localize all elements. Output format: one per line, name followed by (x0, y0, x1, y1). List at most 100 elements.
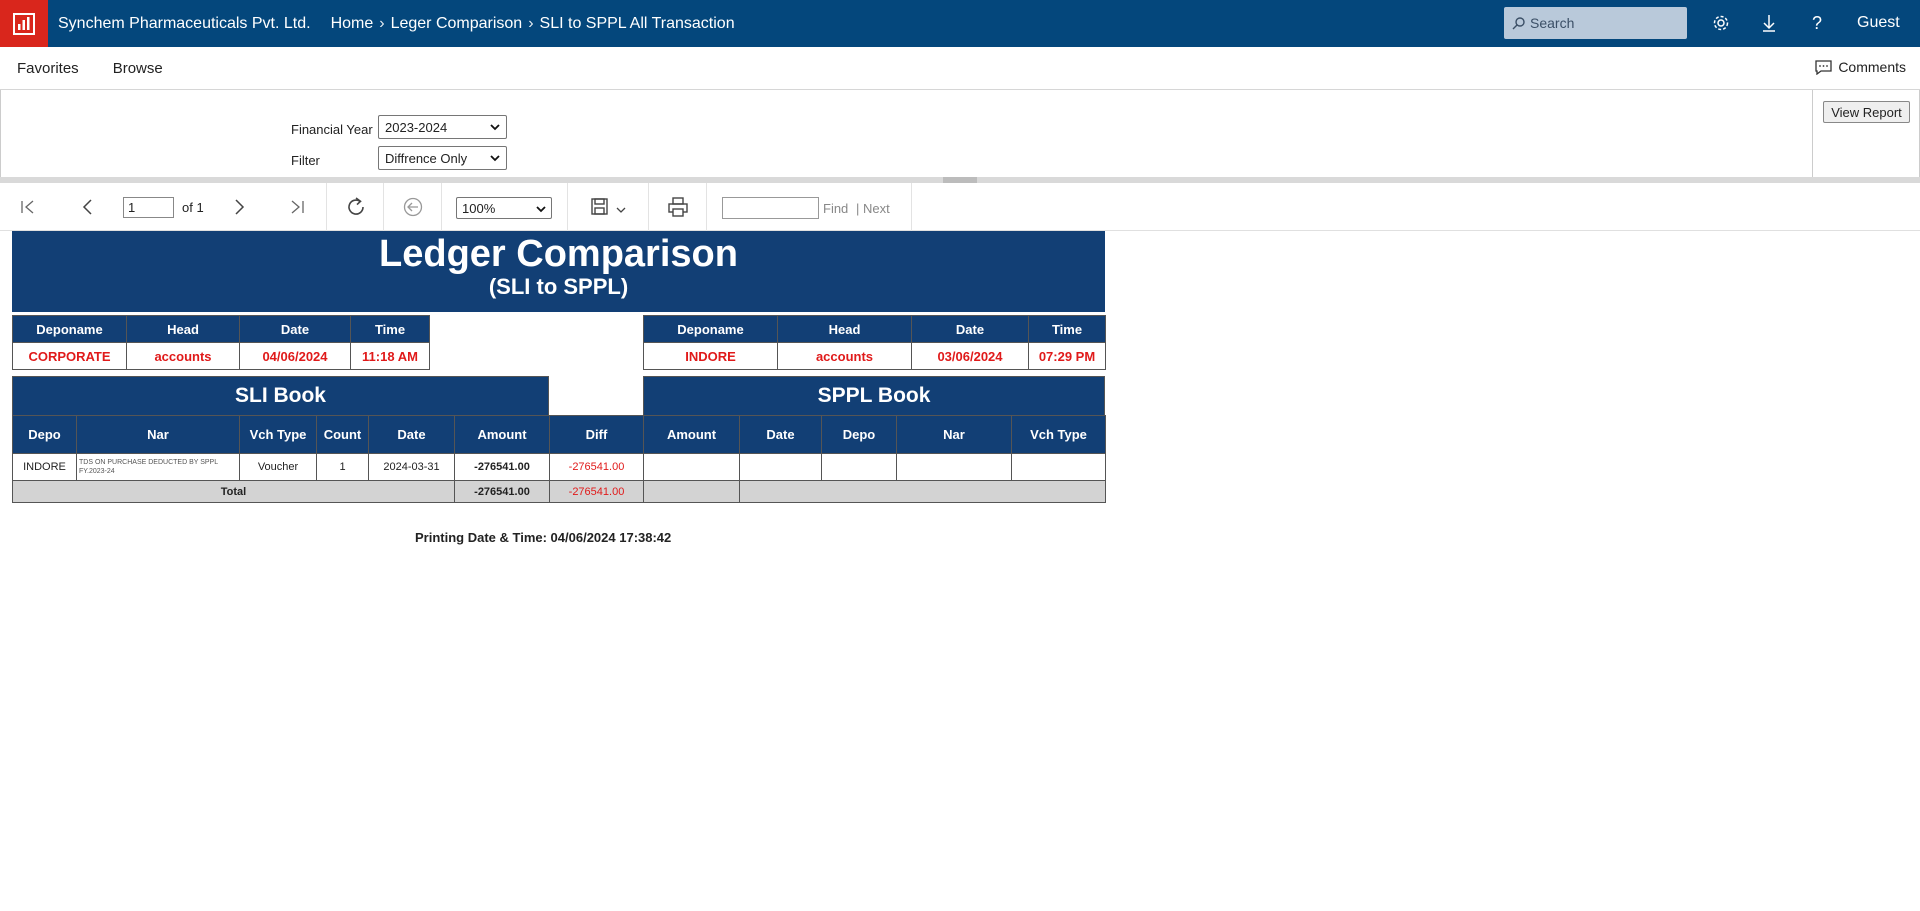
print-icon[interactable] (665, 183, 691, 231)
info-header: Deponame (12, 315, 127, 343)
report-toolbar: 1 of 1 100% Find | Next (0, 183, 1920, 231)
app-bar: Synchem Pharmaceuticals Pvt. Ltd. Home ›… (0, 0, 1920, 47)
column-header: Date (739, 415, 822, 454)
sppl-vch-type (1011, 453, 1106, 481)
column-header: Nar (76, 415, 240, 454)
chevron-down-icon (490, 155, 500, 162)
column-header: Vch Type (239, 415, 317, 454)
right-time: 07:29 PM (1028, 342, 1106, 370)
column-header: Amount (454, 415, 550, 454)
toolbar-divider (383, 183, 384, 231)
previous-page-icon[interactable] (76, 183, 100, 231)
column-header: Count (316, 415, 369, 454)
chevron-down-icon (616, 207, 626, 213)
breadcrumb-folder[interactable]: Leger Comparison (391, 15, 523, 33)
report-title: Ledger Comparison (379, 233, 738, 275)
search-icon (1512, 16, 1525, 29)
column-header: Depo (821, 415, 897, 454)
breadcrumb: Home › Leger Comparison › SLI to SPPL Al… (331, 15, 735, 33)
favorites-link[interactable]: Favorites (17, 60, 79, 77)
printing-datetime: Printing Date & Time: 04/06/2024 17:38:4… (415, 530, 672, 545)
sli-depo: INDORE (12, 453, 77, 481)
breadcrumb-report: SLI to SPPL All Transaction (539, 14, 735, 32)
chevron-right-icon: › (528, 14, 534, 32)
sli-date: 2024-03-31 (368, 453, 455, 481)
financial-year-value: 2023-2024 (385, 119, 448, 135)
comments-label: Comments (1838, 59, 1906, 75)
column-header: Diff (549, 415, 644, 454)
total-diff: -276541.00 (549, 480, 644, 503)
column-header-row: Depo Nar Vch Type Count Date Amount Diff… (12, 415, 1106, 454)
search-placeholder: Search (1530, 15, 1575, 31)
column-header: Nar (896, 415, 1012, 454)
left-time: 11:18 AM (350, 342, 430, 370)
column-header: Date (368, 415, 455, 454)
sppl-book-header: SPPL Book (643, 376, 1105, 416)
column-header: Amount (643, 415, 740, 454)
sli-amount: -276541.00 (454, 453, 550, 481)
page-count: of 1 (182, 200, 204, 215)
total-sppl-amount (643, 480, 740, 503)
back-icon[interactable] (400, 183, 426, 231)
toolbar-divider (441, 183, 442, 231)
table-row: INDORE TDS ON PURCHASE DEDUCTED BY SPPL … (12, 453, 1106, 481)
find-next-label: Next (863, 201, 890, 216)
last-page-icon[interactable] (285, 183, 309, 231)
zoom-select[interactable]: 100% (456, 197, 552, 219)
toolbar-divider (326, 183, 327, 231)
report-subtitle: (SLI to SPPL) (488, 274, 629, 299)
sppl-date (739, 453, 822, 481)
next-page-icon[interactable] (227, 183, 251, 231)
sli-narration: TDS ON PURCHASE DEDUCTED BY SPPL FY.2023… (76, 453, 240, 481)
find-next-link[interactable]: | Next (856, 201, 890, 216)
chevron-down-icon (536, 206, 546, 213)
sli-vch-type: Voucher (239, 453, 317, 481)
company-name[interactable]: Synchem Pharmaceuticals Pvt. Ltd. (58, 15, 311, 33)
sppl-depo (821, 453, 897, 481)
right-head: accounts (777, 342, 912, 370)
total-amount: -276541.00 (454, 480, 550, 503)
chevron-right-icon: › (379, 14, 385, 32)
favorites-bar: Favorites Browse Comments (0, 47, 1920, 90)
find-link[interactable]: Find (823, 201, 848, 216)
financial-year-select[interactable]: 2023-2024 (378, 115, 507, 139)
user-menu[interactable]: Guest (1857, 14, 1900, 32)
view-report-button[interactable]: View Report (1823, 101, 1910, 123)
total-sppl-rest (739, 480, 1106, 503)
find-input[interactable] (722, 197, 819, 219)
app-logo-icon[interactable] (0, 0, 48, 47)
breadcrumb-home[interactable]: Home (331, 15, 374, 33)
save-export-button[interactable] (588, 183, 630, 231)
info-header: Deponame (643, 315, 778, 343)
info-header: Date (239, 315, 351, 343)
left-date: 04/06/2024 (239, 342, 351, 370)
filter-select[interactable]: Diffrence Only (378, 146, 507, 170)
info-header: Date (911, 315, 1029, 343)
comments-button[interactable]: Comments (1815, 59, 1906, 75)
download-icon[interactable] (1757, 11, 1781, 35)
sppl-narration (896, 453, 1012, 481)
financial-year-label: Financial Year (291, 122, 373, 137)
right-date: 03/06/2024 (911, 342, 1029, 370)
column-header: Vch Type (1011, 415, 1106, 454)
page-number-input[interactable]: 1 (123, 197, 174, 218)
help-icon[interactable]: ? (1805, 11, 1829, 35)
filter-label: Filter (291, 153, 320, 168)
refresh-icon[interactable] (343, 183, 369, 231)
info-header: Time (350, 315, 430, 343)
toolbar-divider (567, 183, 568, 231)
browse-link[interactable]: Browse (113, 60, 163, 77)
total-label: Total (12, 480, 455, 503)
info-header: Time (1028, 315, 1106, 343)
left-deponame: CORPORATE (12, 342, 127, 370)
first-page-icon[interactable] (16, 183, 40, 231)
right-info-table: Deponame Head Date Time INDORE accounts … (643, 315, 1106, 370)
gear-icon[interactable] (1709, 11, 1733, 35)
diff-value: -276541.00 (549, 453, 644, 481)
sppl-amount (643, 453, 740, 481)
zoom-value: 100% (462, 200, 496, 216)
left-head: accounts (126, 342, 240, 370)
column-header: Depo (12, 415, 77, 454)
save-icon (591, 198, 608, 215)
search-input[interactable]: Search (1504, 7, 1687, 39)
